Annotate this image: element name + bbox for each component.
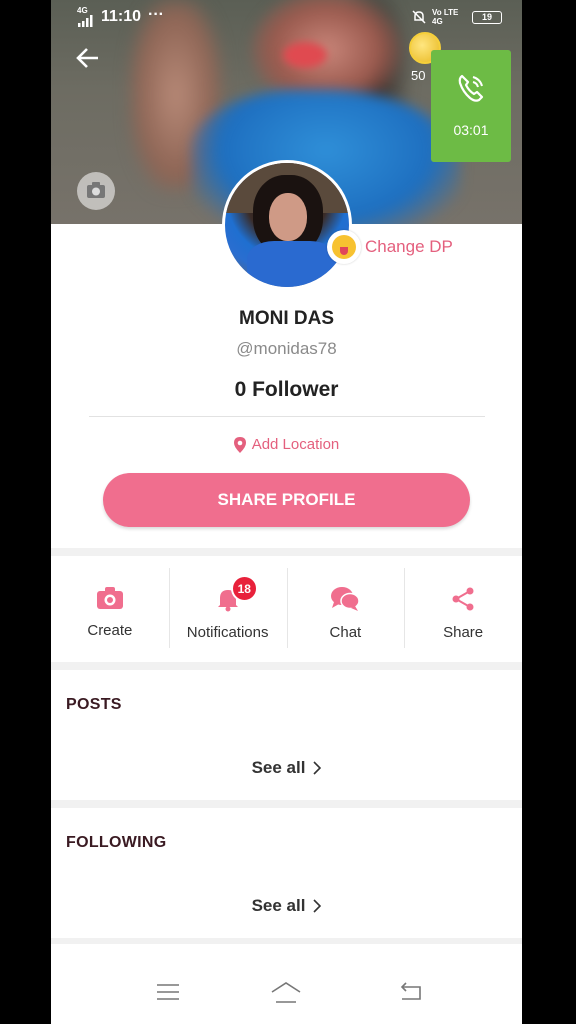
clock: 11:10 xyxy=(101,8,142,25)
back-arrow-icon[interactable] xyxy=(73,44,103,72)
mute-bell-icon xyxy=(412,10,426,24)
change-dp-button[interactable]: Change DP xyxy=(327,229,453,265)
call-timer: 03:01 xyxy=(453,122,489,138)
add-location-link[interactable]: Add Location xyxy=(51,436,522,453)
following-title: FOLLOWING xyxy=(66,834,167,851)
divider xyxy=(89,416,485,417)
share-profile-button[interactable]: SHARE PROFILE xyxy=(103,473,470,527)
posts-title: POSTS xyxy=(66,696,122,713)
following-see-all-link[interactable]: See all xyxy=(51,896,522,916)
share-label: Share xyxy=(443,624,484,641)
back-icon[interactable] xyxy=(398,982,424,1002)
tongue-emoji-icon xyxy=(327,230,361,264)
network-indicator: 4G xyxy=(77,6,88,15)
chat-button[interactable]: Chat xyxy=(286,556,405,662)
chat-bubbles-icon xyxy=(331,587,361,611)
coin-count: 50 xyxy=(411,68,426,83)
follower-count[interactable]: 0 Follower xyxy=(51,378,522,402)
add-location-label: Add Location xyxy=(251,436,340,453)
share-icon xyxy=(452,587,474,611)
notifications-button[interactable]: 18 Notifications xyxy=(168,556,287,662)
home-icon[interactable] xyxy=(271,982,301,1004)
following-section: FOLLOWING See all xyxy=(51,808,522,938)
profile-handle: @monidas78 xyxy=(236,339,337,358)
share-button[interactable]: Share xyxy=(404,556,522,662)
status-bar: 4G 11:10 ··· Vo LTE 4G 19 xyxy=(51,0,522,34)
battery-icon: 19 xyxy=(472,10,502,24)
chevron-right-icon xyxy=(313,899,322,913)
ongoing-call-widget[interactable]: 03:01 xyxy=(431,50,511,162)
change-cover-button[interactable] xyxy=(77,172,115,210)
chevron-right-icon xyxy=(313,761,322,775)
signal-icon xyxy=(78,15,93,27)
profile-name: MONI DAS xyxy=(239,308,334,329)
posts-section: POSTS See all xyxy=(51,670,522,800)
camera-icon xyxy=(87,182,105,198)
create-button[interactable]: Create xyxy=(51,556,169,662)
location-pin-icon xyxy=(233,436,246,453)
profile-screen: 4G 11:10 ··· Vo LTE 4G 19 50 03:01 Chang… xyxy=(51,0,522,1024)
network-type: Vo LTE 4G xyxy=(432,8,459,26)
chat-label: Chat xyxy=(329,624,362,641)
status-more: ··· xyxy=(148,6,164,23)
posts-see-all-link[interactable]: See all xyxy=(51,758,522,778)
camera-icon xyxy=(96,587,123,609)
see-all-label: See all xyxy=(251,896,306,915)
create-label: Create xyxy=(87,622,133,639)
avatar[interactable] xyxy=(222,160,352,290)
see-all-label: See all xyxy=(251,758,306,777)
notifications-label: Notifications xyxy=(186,624,269,641)
change-dp-label: Change DP xyxy=(365,237,453,256)
action-row: Create 18 Notifications Chat Share xyxy=(51,556,522,662)
menu-icon[interactable] xyxy=(156,982,180,1002)
phone-call-icon xyxy=(458,74,484,102)
system-nav-bar xyxy=(51,944,522,1024)
notification-badge: 18 xyxy=(230,575,258,602)
